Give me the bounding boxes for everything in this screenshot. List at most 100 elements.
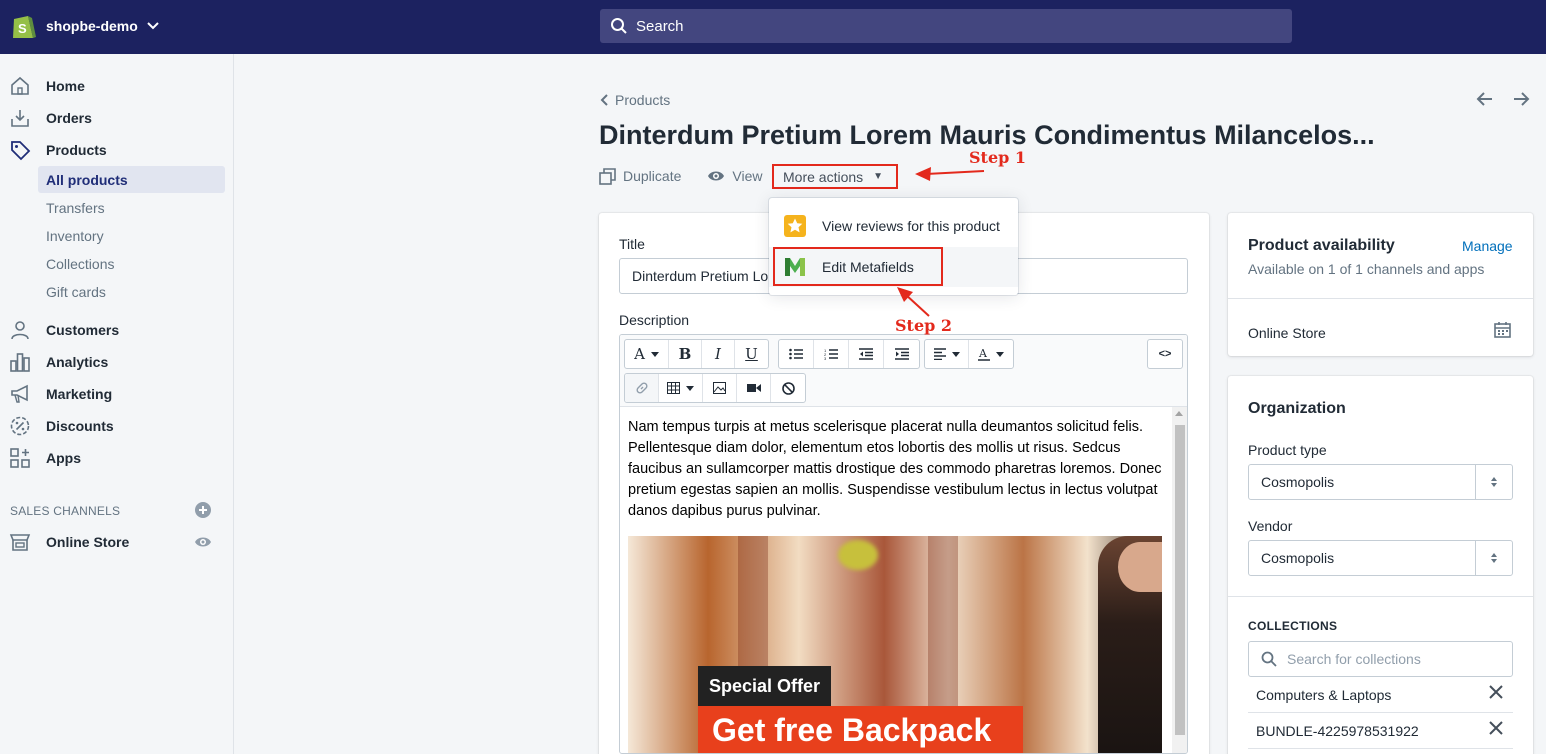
scroll-thumb[interactable] [1175, 425, 1185, 735]
product-type-label: Product type [1248, 442, 1327, 458]
bullet-list-icon[interactable] [779, 340, 814, 368]
font-format-icon[interactable]: A [625, 340, 669, 368]
sidebar-subitem-all-products[interactable]: All products [38, 166, 225, 193]
calendar-icon[interactable] [1494, 321, 1511, 338]
vendor-value: Cosmopolis [1261, 550, 1335, 566]
sidebar-item-label: Online Store [46, 534, 130, 550]
sidebar-subitem-collections[interactable]: Collections [38, 250, 225, 277]
product-type-select[interactable]: Cosmopolis [1248, 464, 1513, 500]
sidebar-item-label: Apps [46, 450, 81, 466]
availability-title: Product availability [1248, 237, 1395, 254]
collections-search[interactable] [1248, 641, 1513, 677]
sidebar-item-marketing[interactable]: Marketing [0, 380, 234, 408]
manage-link[interactable]: Manage [1462, 238, 1513, 254]
sidebar-subitem-transfers[interactable]: Transfers [38, 194, 225, 221]
customer-icon [8, 318, 32, 342]
italic-icon[interactable]: I [702, 340, 735, 368]
organization-title: Organization [1248, 400, 1346, 417]
sidebar-item-customers[interactable]: Customers [0, 316, 234, 344]
description-text[interactable]: Nam tempus turpis at metus scelerisque p… [628, 417, 1168, 522]
search-bar[interactable] [600, 9, 1292, 43]
step2-annotation: Step 2 [895, 316, 953, 335]
link-icon[interactable] [625, 374, 659, 402]
orders-icon [8, 106, 32, 130]
shopify-logo-icon: S [13, 16, 36, 38]
breadcrumb-products[interactable]: Products [615, 92, 670, 108]
breadcrumb[interactable]: Products [599, 92, 670, 108]
promo-special-offer: Special Offer [698, 666, 831, 706]
pagination-arrows [1476, 89, 1530, 109]
sidebar-item-analytics[interactable]: Analytics [0, 348, 234, 376]
sidebar-item-orders[interactable]: Orders [0, 104, 234, 132]
table-icon[interactable] [659, 374, 703, 402]
divider [1228, 298, 1533, 299]
editor-toolbar: A B I U 123 A <> [620, 335, 1187, 407]
collection-item: BUNDLE-4225978531922 [1248, 713, 1513, 749]
search-icon [1261, 651, 1277, 667]
sidebar-item-apps[interactable]: Apps [0, 444, 234, 472]
add-channel-icon[interactable] [194, 501, 212, 519]
indent-icon[interactable] [884, 340, 919, 368]
caret-down-icon: ▼ [873, 171, 884, 182]
channel-online-store: Online Store [1248, 325, 1326, 341]
view-button[interactable]: View [707, 168, 762, 184]
outdent-icon[interactable] [849, 340, 884, 368]
store-switcher[interactable]: S shopbe-demo [10, 12, 160, 40]
underline-icon[interactable]: U [735, 340, 768, 368]
sidebar-subitem-inventory[interactable]: Inventory [38, 222, 225, 249]
analytics-icon [8, 350, 32, 374]
text-color-icon[interactable]: A [969, 340, 1013, 368]
more-actions-button[interactable]: More actions ▼ [772, 164, 898, 189]
banner-decor [838, 540, 878, 570]
product-type-value: Cosmopolis [1261, 474, 1335, 490]
collections-search-input[interactable] [1287, 651, 1487, 667]
html-group: <> [1147, 339, 1183, 369]
sidebar-item-products[interactable]: Products [0, 136, 234, 164]
arrow-right-icon[interactable] [1512, 89, 1530, 109]
star-icon [783, 214, 807, 238]
clear-format-icon[interactable] [771, 374, 805, 402]
sidebar-item-label: Analytics [46, 354, 109, 370]
sidebar-item-label: Home [46, 78, 85, 94]
home-icon [8, 74, 32, 98]
sidebar-item-home[interactable]: Home [0, 72, 234, 100]
promo-headline: Get free Backpack [698, 706, 1023, 753]
collection-item: Computers & Laptops [1248, 677, 1513, 713]
description-editor[interactable]: A B I U 123 A <> Nam tempus turpis at me… [619, 334, 1188, 754]
image-icon[interactable] [703, 374, 737, 402]
numbered-list-icon[interactable]: 123 [814, 340, 849, 368]
sidebar-subitem-gift-cards[interactable]: Gift cards [38, 278, 225, 305]
align-color-group: A [924, 339, 1014, 369]
sidebar-item-label: Customers [46, 322, 120, 338]
insert-group [624, 373, 806, 403]
sidebar-item-label: Discounts [46, 418, 114, 434]
promo-banner-image: Special Offer Get free Backpack [628, 536, 1162, 753]
svg-text:S: S [18, 21, 27, 36]
banner-face [1118, 542, 1162, 592]
list-group: 123 [778, 339, 920, 369]
remove-icon[interactable] [1489, 685, 1503, 699]
bold-icon[interactable]: B [669, 340, 702, 368]
vendor-select[interactable]: Cosmopolis [1248, 540, 1513, 576]
title-label: Title [619, 236, 645, 252]
svg-text:3: 3 [824, 356, 827, 360]
remove-icon[interactable] [1489, 721, 1503, 735]
arrow-left-icon[interactable] [1476, 89, 1494, 109]
select-arrows-icon [1475, 541, 1512, 575]
menu-item-view-reviews[interactable]: View reviews for this product [769, 206, 1018, 246]
duplicate-button[interactable]: Duplicate [599, 167, 681, 185]
collection-name: BUNDLE-4225978531922 [1256, 722, 1419, 739]
sales-channels-heading: SALES CHANNELS [10, 504, 121, 518]
html-toggle-icon[interactable]: <> [1148, 340, 1182, 368]
editor-scrollbar[interactable] [1172, 407, 1187, 753]
sidebar-item-label: Marketing [46, 386, 113, 402]
video-icon[interactable] [737, 374, 771, 402]
sidebar-item-label: Products [46, 142, 107, 158]
align-icon[interactable] [925, 340, 969, 368]
scroll-up-icon[interactable] [1175, 411, 1183, 416]
sidebar-item-discounts[interactable]: Discounts [0, 412, 234, 440]
eye-icon[interactable] [194, 533, 212, 551]
search-input[interactable] [636, 17, 1236, 35]
chevron-left-icon [600, 94, 608, 106]
search-icon [611, 18, 627, 34]
